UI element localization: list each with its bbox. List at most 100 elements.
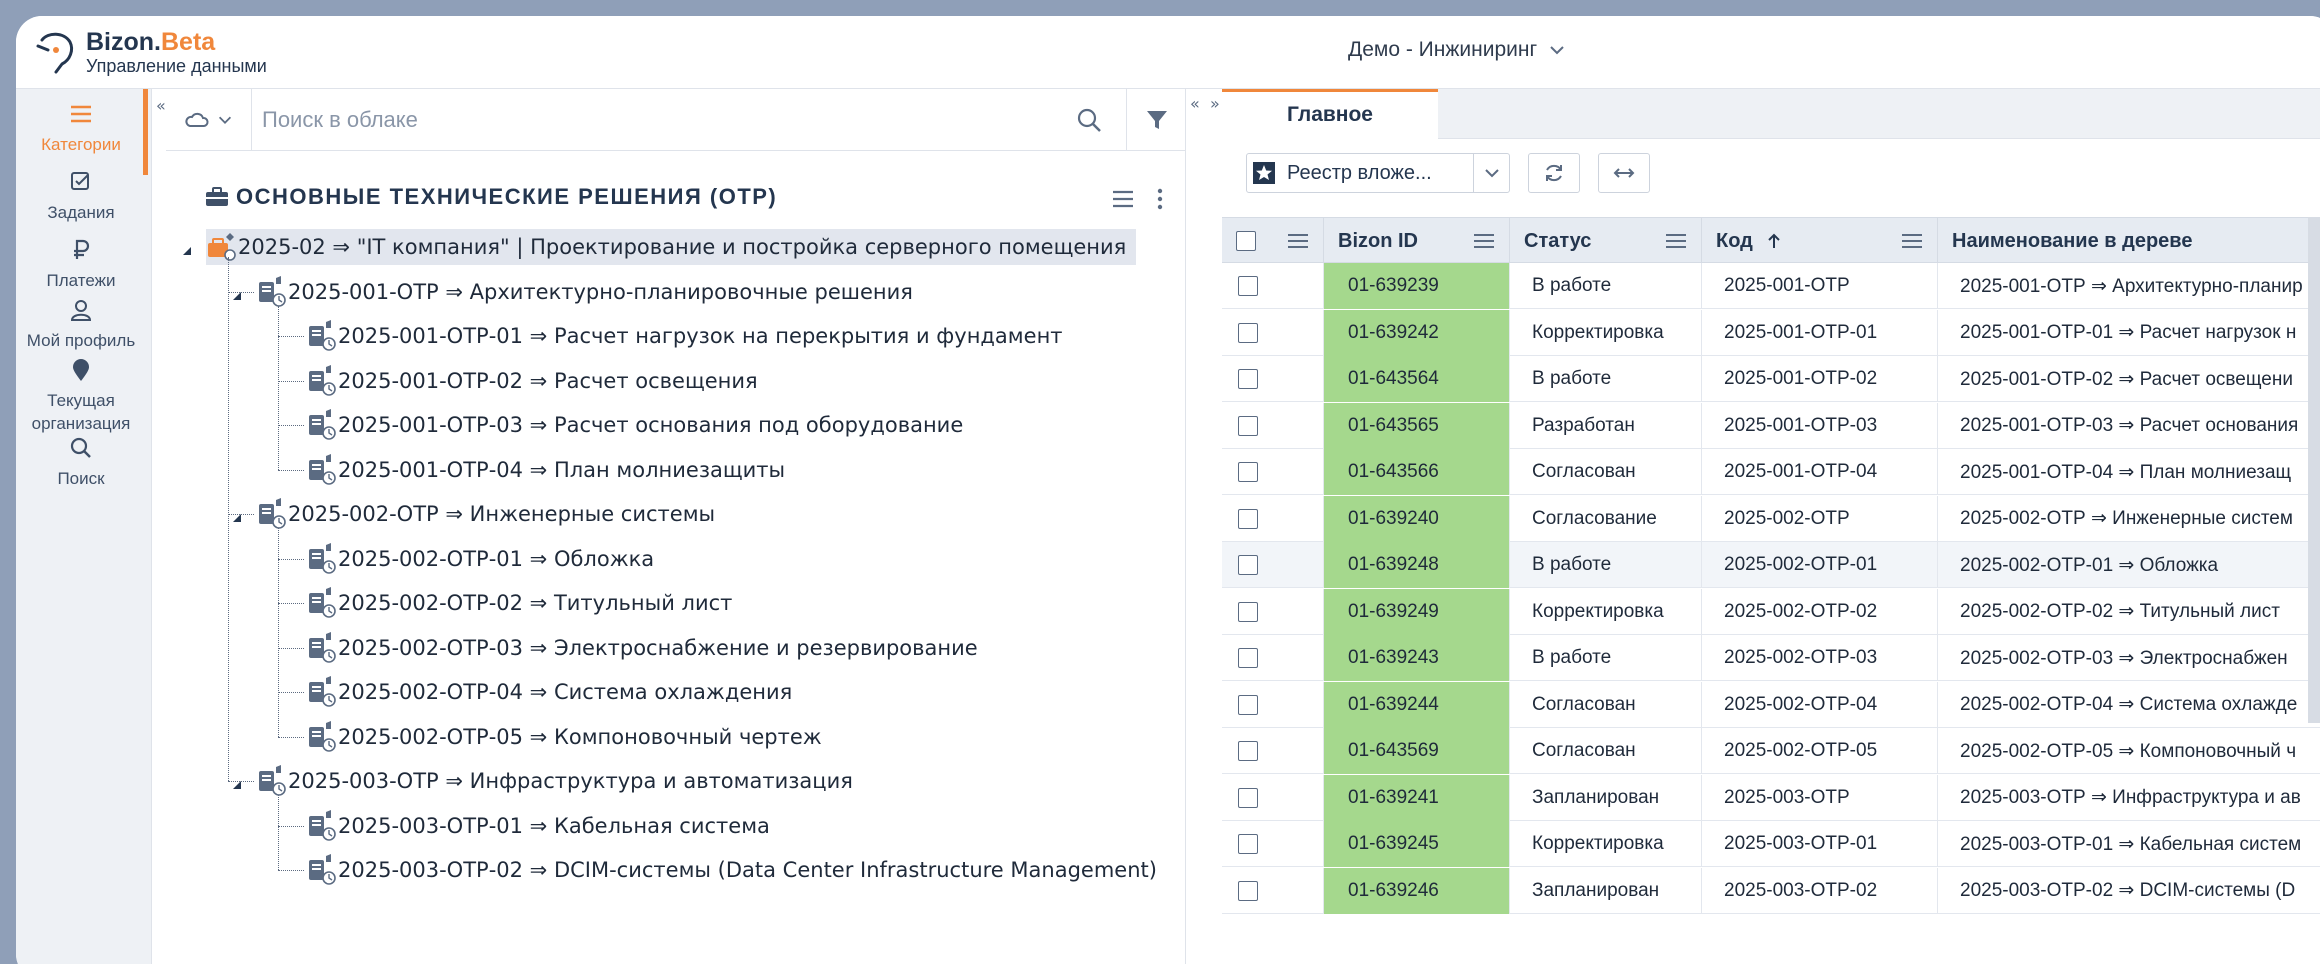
tree-connector	[278, 647, 304, 649]
table-row[interactable]: 01-639240 Согласование 2025-002-ОТР 2025-00…	[1222, 495, 2320, 542]
search-icon[interactable]	[1074, 105, 1104, 135]
column-status[interactable]: Статус	[1510, 218, 1702, 264]
workspace-selector[interactable]: Демо - Инжиниринг	[1348, 38, 1567, 62]
collapse-left-button[interactable]: «	[1190, 94, 1200, 113]
cell-status: Согласован	[1510, 728, 1702, 774]
column-code[interactable]: Код	[1702, 218, 1938, 264]
document-status-icon	[309, 809, 336, 841]
tree-leaf-node[interactable]: 2025-002-ОТР-04 ⇒ Система охлаждения	[306, 674, 792, 710]
cell-bizon-id: 01-643564	[1324, 356, 1510, 402]
document-status-icon	[309, 453, 336, 485]
list-menu-icon[interactable]	[1111, 189, 1135, 209]
chevron-down-icon	[218, 116, 231, 124]
select-all-checkbox[interactable]	[1236, 231, 1256, 251]
tree-leaf-node[interactable]: 2025-002-ОТР-05 ⇒ Компоновочный чертеж	[306, 719, 822, 755]
table-row[interactable]: 01-639243 В работе 2025-002-ОТР-03 2025-002…	[1222, 635, 2320, 681]
row-checkbox[interactable]	[1238, 834, 1258, 854]
table-row[interactable]: 01-639248 В работе 2025-002-ОТР-01 2025-002…	[1222, 542, 2320, 588]
cloud-search-input[interactable]	[262, 101, 1042, 139]
tree-leaf-node[interactable]: 2025-002-ОТР-02 ⇒ Титульный лист	[306, 585, 732, 621]
kebab-menu-icon[interactable]	[1156, 187, 1164, 211]
collapse-right-button[interactable]: »	[1210, 94, 1220, 113]
tree-leaf-node[interactable]: 2025-001-ОТР-04 ⇒ План молниезащиты	[306, 452, 785, 488]
row-checkbox[interactable]	[1238, 694, 1258, 715]
tab-main[interactable]: Главное	[1222, 89, 1438, 139]
row-checkbox[interactable]	[1238, 322, 1258, 343]
document-status-icon	[259, 765, 286, 796]
tree-group-node[interactable]: 2025-001-ОТР ⇒ Архитектурно-планировочны…	[256, 274, 913, 310]
table-row[interactable]: 01-639244 Согласован 2025-002-ОТР-04 2025-0…	[1222, 681, 2320, 728]
table-row[interactable]: 01-639245 Корректировка 2025-003-ОТР-01 202…	[1222, 821, 2320, 867]
tree-group-node[interactable]: 2025-002-ОТР ⇒ Инженерные системы	[256, 496, 715, 532]
cell-bizon-id: 01-639241	[1324, 774, 1510, 821]
table-row[interactable]: 01-639249 Корректировка 2025-002-ОТР-02 202…	[1222, 588, 2320, 635]
nav-organization[interactable]: Текущая организация	[16, 357, 146, 435]
table-row[interactable]: 01-643569 Согласован 2025-002-ОТР-05 2025-0…	[1222, 728, 2320, 774]
table-row[interactable]: 01-639239 В работе 2025-001-ОТР 2025-001-ОТ…	[1222, 263, 2320, 309]
cell-tree-name: 2025-002-ОТР-01 ⇒ Обложка	[1960, 554, 2219, 576]
menu-icon	[71, 105, 91, 123]
row-checkbox[interactable]	[1238, 787, 1258, 808]
cell-code: 2025-003-ОТР	[1702, 774, 1938, 821]
tree-node-label: 2025-001-ОТР-03 ⇒ Расчет основания под о…	[338, 413, 964, 437]
tree-leaf-node[interactable]: 2025-001-ОТР-03 ⇒ Расчет основания под о…	[306, 407, 963, 443]
row-checkbox[interactable]	[1238, 462, 1258, 482]
nav-categories[interactable]: Категории	[16, 101, 146, 156]
document-status-icon	[309, 542, 336, 574]
registry-select[interactable]: Реестр вложе...	[1246, 153, 1510, 193]
fit-columns-button[interactable]	[1598, 153, 1650, 193]
tree-leaf-node[interactable]: 2025-001-ОТР-01 ⇒ Расчет нагрузок на пер…	[306, 318, 1063, 354]
row-checkbox[interactable]	[1238, 555, 1258, 575]
expand-toggle-icon[interactable]	[232, 777, 244, 789]
tree-leaf-node[interactable]: 2025-003-ОТР-01 ⇒ Кабельная система	[306, 808, 770, 844]
tree-leaf-node[interactable]: 2025-001-ОТР-02 ⇒ Расчет освещения	[306, 363, 758, 399]
tree-leaf-node[interactable]: 2025-002-ОТР-01 ⇒ Обложка	[306, 541, 654, 577]
column-menu-icon[interactable]	[1665, 233, 1687, 249]
nav-payments[interactable]: Платежи	[16, 237, 146, 292]
column-menu-icon[interactable]	[1287, 233, 1309, 249]
tree-group-node[interactable]: 2025-003-ОТР ⇒ Инфраструктура и автомати…	[256, 763, 853, 799]
tree-leaf-node[interactable]: 2025-003-ОТР-02 ⇒ DCIM-системы (Data Cen…	[306, 852, 1157, 888]
cell-tree-name: 2025-002-ОТР-04 ⇒ Система охлажде	[1960, 694, 2298, 715]
cell-tree-name: 2025-002-ОТР ⇒ Инженерные систем	[1960, 508, 2293, 529]
column-bizon-id[interactable]: Bizon ID	[1324, 218, 1510, 264]
row-checkbox[interactable]	[1238, 369, 1258, 389]
column-menu-icon[interactable]	[1901, 233, 1923, 249]
table-row[interactable]: 01-639242 Корректировка 2025-001-ОТР-01 202…	[1222, 309, 2320, 356]
expand-toggle-icon[interactable]	[182, 243, 194, 255]
table-row[interactable]: 01-643564 В работе 2025-001-ОТР-02 2025-001…	[1222, 356, 2320, 402]
row-checkbox[interactable]	[1238, 741, 1258, 761]
sort-ascending-icon	[1768, 233, 1780, 248]
grid-toolbar: Реестр вложе...	[1222, 139, 2320, 213]
row-checkbox[interactable]	[1238, 601, 1258, 622]
table-row[interactable]: 01-639241 Запланирован 2025-003-ОТР 2025-00…	[1222, 774, 2320, 821]
expand-toggle-icon[interactable]	[232, 510, 244, 522]
table-row[interactable]: 01-639246 Запланирован 2025-003-ОТР-02 2025…	[1222, 867, 2320, 914]
row-checkbox[interactable]	[1238, 648, 1258, 668]
table-row[interactable]: 01-643566 Согласован 2025-001-ОТР-04 2025-0…	[1222, 449, 2320, 495]
expand-toggle-icon[interactable]	[232, 288, 244, 300]
nav-search[interactable]: Поиск	[16, 435, 146, 490]
tree-leaf-node[interactable]: 2025-002-ОТР-03 ⇒ Электроснабжение и рез…	[306, 630, 978, 666]
table-row[interactable]: 01-643565 Разработан 2025-001-ОТР-03 2025-0…	[1222, 402, 2320, 449]
column-menu-icon[interactable]	[1473, 233, 1495, 249]
nav-profile[interactable]: Мой профиль	[16, 297, 146, 352]
row-checkbox[interactable]	[1238, 415, 1258, 436]
row-checkbox[interactable]	[1238, 276, 1258, 296]
tree-root-node[interactable]: 2025-02 ⇒ "IT компания" | Проектирование…	[206, 229, 1137, 265]
row-select-cell	[1222, 495, 1324, 542]
nav-tasks[interactable]: Задания	[16, 169, 146, 224]
document-status-icon	[309, 676, 336, 707]
nav-label: Категории	[41, 135, 121, 154]
collapse-rail-button[interactable]: «	[156, 96, 166, 115]
select-all-cell	[1222, 218, 1324, 264]
refresh-button[interactable]	[1528, 153, 1580, 193]
tree-connector	[278, 305, 279, 470]
cell-tree-name: 2025-001-ОТР-03 ⇒ Расчет основания	[1960, 415, 2299, 436]
column-tree-name[interactable]: Наименование в дереве	[1938, 218, 2320, 264]
filter-button[interactable]	[1126, 89, 1186, 151]
row-checkbox[interactable]	[1238, 880, 1258, 901]
cloud-scope-dropdown[interactable]	[166, 89, 252, 151]
vertical-scrollbar[interactable]	[2308, 217, 2320, 723]
row-checkbox[interactable]	[1238, 508, 1258, 529]
